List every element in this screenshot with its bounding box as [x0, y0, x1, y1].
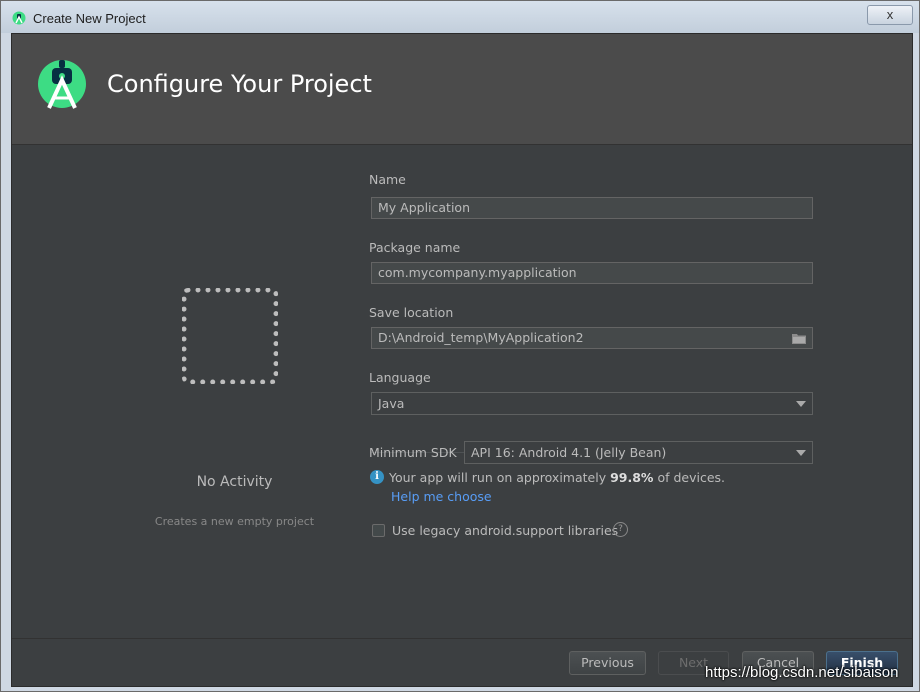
chevron-down-icon — [796, 450, 806, 456]
dialog-content: Configure Your Project No Activity Creat… — [11, 33, 913, 687]
name-field[interactable]: My Application — [371, 197, 813, 219]
window-title: Create New Project — [33, 11, 146, 26]
coverage-percent: 99.8% — [610, 470, 654, 485]
android-studio-logo — [38, 60, 86, 109]
save-location-value: D:\Android_temp\MyApplication2 — [378, 330, 584, 345]
language-dropdown[interactable]: Java — [371, 392, 813, 415]
chevron-down-icon — [796, 401, 806, 407]
package-name-field[interactable]: com.mycompany.myapplication — [371, 262, 813, 284]
info-icon: i — [370, 470, 384, 484]
footer-divider — [12, 638, 912, 639]
title-bar: Create New Project x — [1, 1, 919, 33]
minimum-sdk-label: Minimum SDK — [369, 445, 457, 460]
dialog-frame: Create New Project x Configure Your Proj… — [0, 0, 920, 692]
legacy-libraries-label[interactable]: Use legacy android.support libraries — [392, 523, 618, 538]
minimum-sdk-value: API 16: Android 4.1 (Jelly Bean) — [471, 445, 667, 460]
save-location-field[interactable]: D:\Android_temp\MyApplication2 — [371, 327, 813, 349]
save-location-label: Save location — [369, 305, 454, 320]
previous-button[interactable]: Previous — [569, 651, 646, 675]
minimum-sdk-dropdown[interactable]: API 16: Android 4.1 (Jelly Bean) — [464, 441, 813, 464]
close-button[interactable]: x — [867, 5, 913, 25]
android-studio-icon — [12, 11, 26, 25]
help-question-icon[interactable]: ? — [613, 522, 628, 537]
watermark: https://blog.csdn.net/sibaison — [705, 664, 899, 681]
legacy-libraries-checkbox[interactable] — [372, 524, 385, 537]
folder-icon[interactable] — [792, 333, 806, 344]
page-title: Configure Your Project — [107, 70, 372, 98]
template-preview-image — [182, 288, 278, 384]
help-me-choose-link[interactable]: Help me choose — [391, 489, 492, 504]
language-label: Language — [369, 370, 431, 385]
name-label: Name — [369, 172, 406, 187]
device-coverage-text: Your app will run on approximately 99.8%… — [389, 470, 726, 485]
header: Configure Your Project — [12, 34, 912, 145]
package-name-label: Package name — [369, 240, 461, 255]
language-value: Java — [378, 396, 405, 411]
template-description: Creates a new empty project — [154, 515, 315, 528]
